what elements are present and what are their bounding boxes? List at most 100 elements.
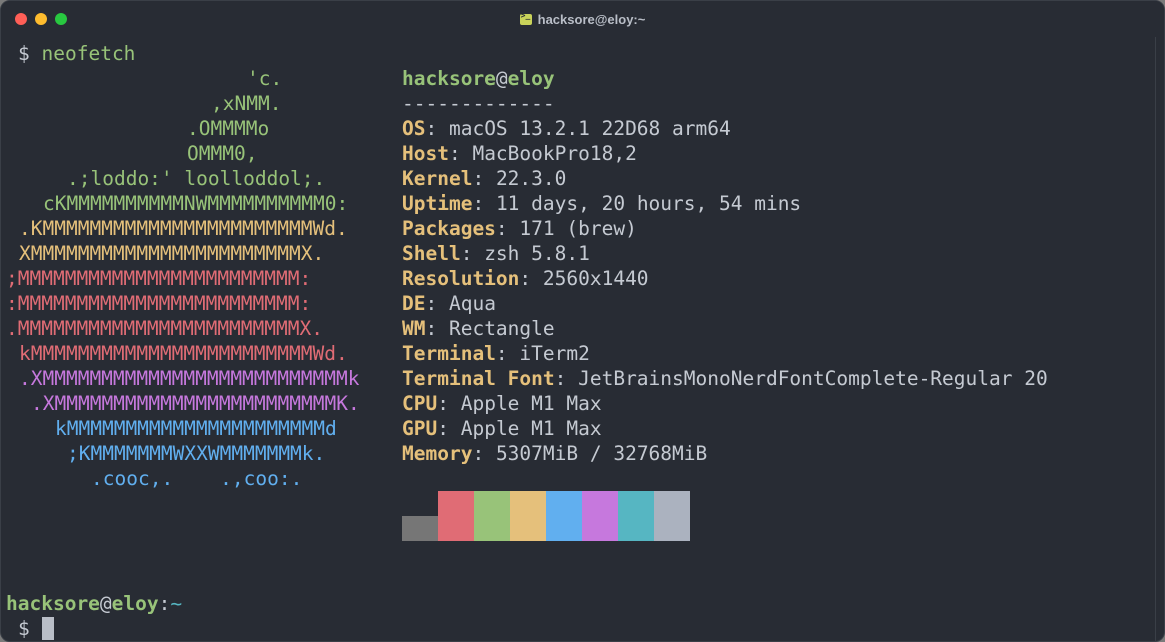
- info-colon: :: [448, 142, 473, 165]
- palette-swatch: [510, 491, 546, 541]
- info-separator: -------------: [402, 92, 555, 115]
- maximize-button[interactable]: [55, 13, 67, 25]
- info-value: JetBrainsMonoNerdFontComplete-Regular 20: [578, 367, 1048, 390]
- logo-line: .OMMMMo: [187, 117, 270, 140]
- info-colon: :: [437, 417, 461, 440]
- terminal-output[interactable]: $ neofetch 'c. ,xNMM. .OMMMMo OMMM0, .;loddo…: [1, 1, 1048, 640]
- info-key: CPU: [402, 392, 438, 415]
- info-key: Terminal Font: [402, 367, 555, 390]
- info-value: 171 (brew): [519, 217, 637, 240]
- final-prompt-line: hacksore@eloy:~: [6, 591, 182, 616]
- info-value: 5307MiB / 32768MiB: [495, 442, 708, 465]
- info-colon: :: [519, 267, 543, 290]
- info-row: CPU: Apple M1 Max: [402, 391, 602, 416]
- info-row: OS: macOS 13.2.1 22D68 arm64: [402, 116, 731, 141]
- info-key: Host: [402, 142, 449, 165]
- logo-line: .cooc,. .,coo:.: [91, 467, 303, 490]
- palette-swatch: [546, 491, 582, 541]
- terminal-window: hacksore@eloy:~ $ neofetch 'c.,xNMM..OMM…: [0, 0, 1165, 642]
- user-host-line: hacksore@eloy: [402, 66, 555, 91]
- logo-line: .XMMMMMMMMMMMMMMMMMMMMMMMMMMk: [19, 367, 360, 390]
- logo-line: :MMMMMMMMMMMMMMMMMMMMMMMM:: [6, 292, 312, 315]
- info-value: Rectangle: [448, 317, 555, 340]
- palette-swatch: [618, 491, 654, 541]
- scrollbar[interactable]: [1155, 37, 1164, 641]
- info-row: Kernel: 22.3.0: [402, 166, 566, 191]
- info-row: Shell: zsh 5.8.1: [402, 241, 590, 266]
- palette-swatch: [654, 491, 690, 541]
- command-line: $ neofetch: [18, 41, 135, 66]
- info-row: Memory: 5307MiB / 32768MiB: [402, 441, 707, 466]
- prompt-path: ~: [170, 592, 183, 615]
- info-key: Packages: [402, 217, 496, 240]
- info-colon: :: [460, 242, 485, 265]
- info-key: Kernel: [402, 167, 473, 190]
- info-value: Apple M1 Max: [460, 392, 602, 415]
- info-colon: :: [472, 192, 496, 215]
- info-value: macOS 13.2.1 22D68 arm64: [448, 117, 731, 140]
- info-key: GPU: [402, 417, 438, 440]
- info-colon: :: [472, 167, 496, 190]
- window-title-text: hacksore@eloy:~: [537, 11, 646, 27]
- info-value: Apple M1 Max: [460, 417, 602, 440]
- command-text: neofetch: [41, 42, 136, 65]
- logo-line: .XMMMMMMMMMMMMMMMMMMMMMMMMK.: [31, 392, 360, 415]
- info-host: eloy: [507, 67, 555, 90]
- info-row: Terminal: iTerm2: [402, 341, 590, 366]
- info-row: Packages: 171 (brew): [402, 216, 637, 241]
- info-value: 22.3.0: [495, 167, 567, 190]
- info-value: 11 days, 20 hours, 54 mins: [495, 192, 802, 215]
- logo-line: 'c.: [247, 67, 283, 90]
- info-key: Resolution: [402, 267, 520, 290]
- info-key: Terminal: [402, 342, 496, 365]
- info-key: Shell: [402, 242, 461, 265]
- prompt-symbol: $: [18, 42, 30, 65]
- palette-swatch: [474, 491, 510, 541]
- info-row: Terminal Font: JetBrainsMonoNerdFontComp…: [402, 366, 1048, 391]
- prompt-colon: :: [158, 592, 171, 615]
- info-row: Resolution: 2560x1440: [402, 266, 649, 291]
- info-colon: :: [554, 367, 579, 390]
- window-title: hacksore@eloy:~: [519, 11, 646, 27]
- logo-line: ,xNMM.: [211, 92, 282, 115]
- info-colon: :: [437, 392, 461, 415]
- text-cursor: [42, 617, 54, 640]
- prompt-at: @: [99, 592, 112, 615]
- info-colon: :: [425, 292, 449, 315]
- info-user: hacksore: [402, 67, 496, 90]
- info-row: Host: MacBookPro18,2: [402, 141, 637, 166]
- info-value: MacBookPro18,2: [472, 142, 637, 165]
- logo-line: OMMM0,: [187, 142, 258, 165]
- terminal-icon: [519, 11, 532, 25]
- title-bar[interactable]: hacksore@eloy:~: [1, 1, 1164, 37]
- logo-line: cKMMMMMMMMMMNWMMMMMMMMMM0:: [43, 192, 349, 215]
- info-colon: :: [472, 442, 496, 465]
- logo-line: ;KMMMMMMMWXXWMMMMMMMk.: [67, 442, 326, 465]
- info-value: 2560x1440: [542, 267, 649, 290]
- info-row: Uptime: 11 days, 20 hours, 54 mins: [402, 191, 801, 216]
- info-value: iTerm2: [519, 342, 590, 365]
- info-at: @: [495, 67, 508, 90]
- info-key: DE: [402, 292, 426, 315]
- info-colon: :: [495, 217, 520, 240]
- info-key: OS: [402, 117, 426, 140]
- info-key: WM: [402, 317, 426, 340]
- logo-line: ;MMMMMMMMMMMMMMMMMMMMMMMM:: [6, 267, 312, 290]
- info-key: Uptime: [402, 192, 473, 215]
- info-row: WM: Rectangle: [402, 316, 555, 341]
- input-prompt-symbol: $: [18, 617, 30, 640]
- info-row: DE: Aqua: [402, 291, 496, 316]
- info-colon: :: [425, 317, 449, 340]
- info-value: Aqua: [448, 292, 496, 315]
- info-row: GPU: Apple M1 Max: [402, 416, 602, 441]
- info-colon: :: [495, 342, 520, 365]
- info-colon: :: [425, 117, 449, 140]
- logo-line: .;loddo:' loolloddol;.: [67, 167, 326, 190]
- logo-line: .MMMMMMMMMMMMMMMMMMMMMMMMX.: [6, 317, 323, 340]
- logo-line: kMMMMMMMMMMMMMMMMMMMMMMd: [55, 417, 337, 440]
- palette-swatch: [582, 491, 618, 541]
- palette-swatch: [438, 491, 474, 541]
- logo-line: .KMMMMMMMMMMMMMMMMMMMMMMMWd.: [19, 217, 348, 240]
- logo-line: XMMMMMMMMMMMMMMMMMMMMMMMX.: [19, 242, 325, 265]
- logo-line: kMMMMMMMMMMMMMMMMMMMMMMMMWd.: [19, 342, 348, 365]
